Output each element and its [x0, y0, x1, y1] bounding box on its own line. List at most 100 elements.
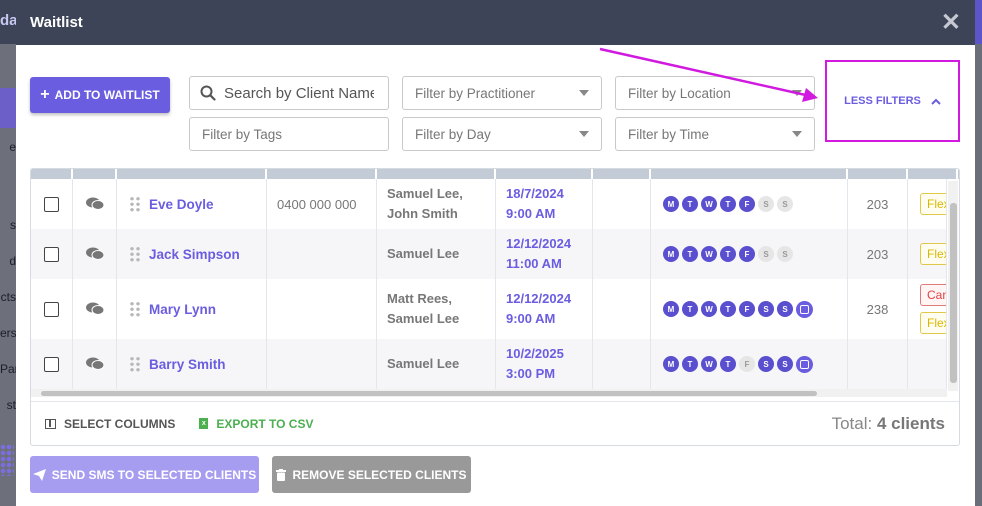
vertical-scrollbar-thumb[interactable]	[950, 203, 957, 383]
row-checkbox[interactable]	[44, 196, 59, 212]
chevron-up-icon	[931, 98, 941, 105]
table-row[interactable]: Barry Smith Samuel Lee 10/2/2025 3:00 PM…	[31, 339, 947, 389]
client-name-link[interactable]: Barry Smith	[149, 357, 226, 372]
number-cell: 203	[848, 179, 908, 229]
table-row[interactable]: Mary Lynn Matt Rees, Samuel Lee 12/12/202…	[31, 279, 947, 339]
header-cell[interactable]	[31, 169, 73, 179]
phone-cell	[267, 229, 377, 279]
header-cell[interactable]	[848, 169, 908, 179]
days-cell: MTWTFSS	[651, 339, 848, 389]
drag-handle-icon[interactable]	[129, 196, 141, 212]
background-sidebar-label: st	[6, 398, 16, 412]
client-cell: Eve Doyle	[117, 179, 267, 229]
date-cell: 12/12/2024 9:00 AM	[496, 279, 593, 339]
drag-handle-icon[interactable]	[129, 356, 141, 372]
filter-tags-placeholder: Filter by Tags	[202, 126, 283, 142]
filter-day-select[interactable]: Filter by Day	[402, 117, 602, 151]
days-cell: MTWTFSS	[651, 279, 848, 339]
chat-icon[interactable]	[85, 247, 104, 261]
drag-handle-icon[interactable]	[129, 246, 141, 262]
header-cell[interactable]	[117, 169, 267, 179]
tags-cell: Flex	[908, 229, 947, 279]
header-cell[interactable]	[651, 169, 848, 179]
client-cell: Jack Simpson	[117, 229, 267, 279]
message-cell	[73, 179, 117, 229]
total-prefix: Total:	[831, 413, 873, 433]
days-cell: MTWTFSS	[651, 179, 848, 229]
header-cell[interactable]	[496, 169, 593, 179]
add-to-waitlist-button[interactable]: + ADD TO WAITLIST	[30, 77, 170, 113]
row-checkbox[interactable]	[44, 356, 59, 372]
day-badge-icon: F	[739, 196, 755, 212]
empty-cell	[593, 229, 651, 279]
filter-time-select[interactable]: Filter by Time	[615, 117, 815, 151]
tag-badge: Flex	[920, 312, 946, 334]
less-filters-label: LESS FILTERS	[844, 95, 921, 107]
chat-icon[interactable]	[85, 302, 104, 316]
select-columns-button[interactable]: SELECT COLUMNS	[45, 417, 175, 431]
day-badge-icon: S	[777, 246, 793, 262]
drag-handle-icon[interactable]	[129, 301, 141, 317]
send-sms-label: SEND SMS TO SELECTED CLIENTS	[51, 467, 257, 482]
day-badge-icon: M	[663, 246, 679, 262]
preferred-time: 11:00 AM	[506, 256, 562, 271]
background-right-edge	[975, 44, 982, 506]
header-cell[interactable]	[267, 169, 377, 179]
preferred-time: 9:00 AM	[506, 311, 556, 326]
chat-icon[interactable]	[85, 197, 104, 211]
horizontal-scrollbar[interactable]	[31, 389, 947, 397]
search-input[interactable]	[224, 84, 374, 102]
preferred-date: 10/2/2025	[506, 346, 564, 361]
day-badge-icon: F	[739, 246, 755, 262]
filter-time-placeholder: Filter by Time	[628, 126, 710, 142]
search-field[interactable]	[189, 76, 389, 110]
client-cell: Mary Lynn	[117, 279, 267, 339]
client-name-link[interactable]: Eve Doyle	[149, 197, 214, 212]
table-row[interactable]: Eve Doyle 0400 000 000 Samuel Lee, John S…	[31, 179, 947, 229]
note-icon[interactable]	[796, 355, 813, 373]
date-cell: 10/2/2025 3:00 PM	[496, 339, 593, 389]
day-badge-icon: S	[777, 196, 793, 212]
filter-practitioner-placeholder: Filter by Practitioner	[415, 85, 536, 101]
select-cell	[31, 179, 73, 229]
send-icon	[32, 468, 46, 481]
row-checkbox[interactable]	[44, 301, 59, 317]
day-badge-icon: W	[701, 196, 717, 212]
export-csv-button[interactable]: x EXPORT TO CSV	[199, 417, 313, 431]
waitlist-table: Eve Doyle 0400 000 000 Samuel Lee, John S…	[30, 168, 960, 446]
horizontal-scrollbar-thumb[interactable]	[41, 391, 817, 396]
modal-header: Waitlist ✕	[16, 0, 975, 45]
close-icon[interactable]: ✕	[941, 10, 961, 35]
day-badge-icon: T	[682, 246, 698, 262]
practitioner-name: Samuel Lee	[387, 246, 460, 261]
note-icon[interactable]	[796, 300, 813, 318]
filter-practitioner-select[interactable]: Filter by Practitioner	[402, 76, 602, 110]
preferred-date: 12/12/2024	[506, 291, 572, 306]
day-badge-icon: M	[663, 356, 679, 372]
day-badge-icon: F	[739, 301, 755, 317]
chevron-down-icon	[792, 131, 802, 137]
practitioner-cell: Matt Rees, Samuel Lee	[377, 279, 496, 339]
send-sms-button[interactable]: SEND SMS TO SELECTED CLIENTS	[30, 456, 259, 493]
background-sidebar-label: Par	[0, 362, 16, 376]
client-name-link[interactable]: Mary Lynn	[149, 302, 216, 317]
day-badge-icon: T	[720, 356, 736, 372]
day-badge-icon: T	[720, 246, 736, 262]
message-cell	[73, 279, 117, 339]
chat-icon[interactable]	[85, 357, 104, 371]
filter-tags-input[interactable]: Filter by Tags	[189, 117, 389, 151]
background-sidebar-label: ers	[0, 326, 16, 340]
row-checkbox[interactable]	[44, 246, 59, 262]
vertical-scrollbar[interactable]	[948, 181, 958, 391]
header-cell[interactable]	[908, 169, 958, 179]
header-cell[interactable]	[377, 169, 496, 179]
day-badge-icon: T	[720, 196, 736, 212]
remove-clients-label: REMOVE SELECTED CLIENTS	[292, 467, 467, 482]
remove-clients-button[interactable]: REMOVE SELECTED CLIENTS	[272, 456, 471, 493]
client-name-link[interactable]: Jack Simpson	[149, 247, 240, 262]
less-filters-toggle[interactable]: LESS FILTERS	[825, 60, 960, 142]
number-cell: 238	[848, 279, 908, 339]
header-cell[interactable]	[593, 169, 651, 179]
header-cell[interactable]	[73, 169, 117, 179]
table-row[interactable]: Jack Simpson Samuel Lee 12/12/2024 11:00…	[31, 229, 947, 279]
